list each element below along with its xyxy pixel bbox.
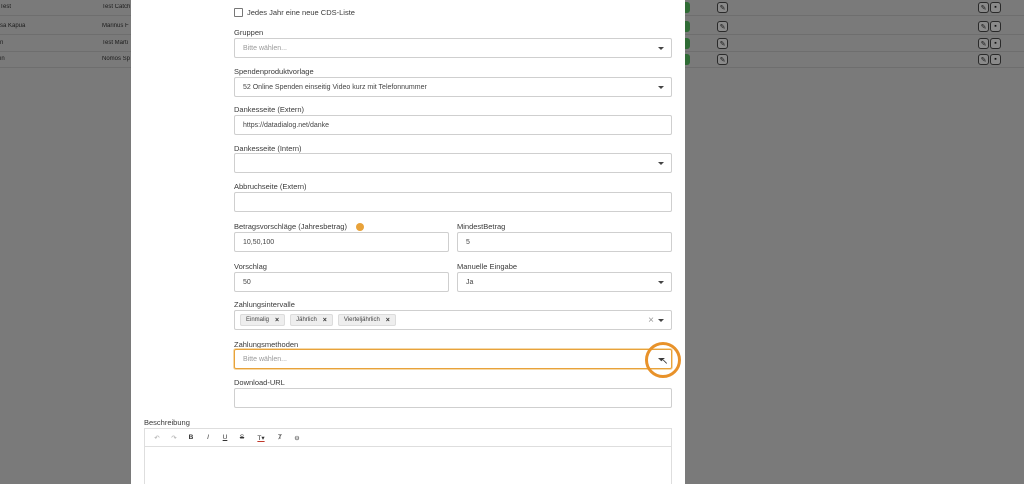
delete-icon[interactable]: ▪ [990, 2, 1001, 13]
thanks-external-value: https://datadialog.net/danke [243, 121, 330, 129]
chevron-down-icon [658, 47, 664, 50]
delete-icon[interactable]: ▪ [990, 21, 1001, 32]
table-cell: Test [0, 4, 12, 10]
chevron-down-icon [658, 86, 664, 89]
chip-einmalig: Einmalig × [240, 314, 286, 326]
amount-suggestions-input[interactable]: 10,50,100 [234, 232, 449, 252]
table-cell: Test Catch [102, 4, 131, 10]
mouse-pointer-icon: ↖ [660, 356, 669, 367]
chevron-down-icon [658, 162, 664, 165]
payment-methods-placeholder: Bitte wählen... [243, 355, 287, 363]
min-amount-value: 5 [466, 238, 470, 246]
info-icon[interactable] [356, 223, 364, 231]
delete-icon[interactable]: ▪ [990, 54, 1001, 65]
chip-vierteljaehrlich: Vierteljährlich × [337, 314, 396, 326]
amount-suggestions-value: 10,50,100 [243, 238, 275, 246]
manual-input-value: Ja [466, 278, 474, 286]
payment-intervals-multiselect[interactable]: Einmalig × Jährlich × Vierteljährlich × × [234, 310, 672, 330]
thanks-external-label: Dankesseite (Extern) [234, 105, 305, 114]
delete-icon[interactable]: ▪ [990, 38, 1001, 49]
remove-chip-icon[interactable]: × [386, 317, 390, 324]
suggestion-label: Vorschlag [234, 262, 267, 271]
description-label: Beschreibung [144, 418, 190, 427]
payment-methods-select[interactable]: Bitte wählen... [234, 349, 672, 369]
remove-chip-icon[interactable]: × [275, 317, 279, 324]
edit-icon[interactable]: ✎ [978, 38, 989, 49]
yearly-cds-label: Jedes Jahr eine neue CDS-Liste [247, 8, 355, 17]
cancel-page-input[interactable] [234, 192, 672, 212]
edit-icon[interactable]: ✎ [978, 21, 989, 32]
manual-input-select[interactable]: Ja [457, 272, 672, 292]
description-editor[interactable] [144, 446, 672, 484]
yearly-cds-checkbox[interactable] [234, 8, 243, 17]
suggestion-value: 50 [243, 278, 251, 286]
thanks-internal-select[interactable] [234, 153, 672, 173]
suggestion-input[interactable]: 50 [234, 272, 449, 292]
table-cell: in [0, 56, 5, 62]
payment-methods-label: Zahlungsmethoden [234, 340, 299, 349]
chip-label: Einmalig [246, 317, 270, 323]
clear-format-icon[interactable]: Ⱦ [274, 432, 286, 444]
chevron-down-icon [658, 281, 664, 284]
min-amount-input[interactable]: 5 [457, 232, 672, 252]
table-cell: Nomos Sp [102, 56, 131, 62]
strikethrough-icon[interactable]: S [236, 432, 248, 444]
chip-label: Jährlich [296, 317, 317, 323]
edit-icon[interactable]: ✎ [717, 38, 728, 49]
thanks-internal-label: Dankesseite (Intern) [234, 144, 302, 153]
edit-icon[interactable]: ✎ [717, 2, 728, 13]
table-cell: sa Kapua [0, 23, 26, 29]
bold-icon[interactable]: B [185, 432, 197, 444]
thanks-external-input[interactable]: https://datadialog.net/danke [234, 115, 672, 135]
product-template-select[interactable]: 52 Online Spenden einseitig Video kurz m… [234, 77, 672, 97]
link-icon[interactable]: ⊖ [291, 432, 303, 444]
download-url-input[interactable] [234, 388, 672, 408]
download-url-label: Download-URL [234, 378, 285, 387]
underline-icon[interactable]: U [219, 432, 231, 444]
groups-placeholder: Bitte wählen... [243, 44, 287, 52]
min-amount-label: MindestBetrag [457, 222, 506, 231]
cancel-page-label: Abbruchseite (Extern) [234, 182, 307, 191]
italic-icon[interactable]: I [202, 432, 214, 444]
text-color-icon[interactable]: T▾ [253, 432, 269, 444]
clear-all-icon[interactable]: × [648, 315, 654, 326]
table-cell: Marinus F [102, 23, 129, 29]
table-cell: Test Marti [102, 40, 129, 46]
edit-icon[interactable]: ✎ [717, 54, 728, 65]
amount-suggestions-label: Betragsvorschläge (Jahresbetrag) [234, 222, 347, 231]
edit-icon[interactable]: ✎ [717, 21, 728, 32]
edit-icon[interactable]: ✎ [978, 2, 989, 13]
payment-intervals-label: Zahlungsintervalle [234, 300, 295, 309]
table-cell: n [0, 40, 4, 46]
chip-jaehrlich: Jährlich × [290, 314, 333, 326]
product-template-value: 52 Online Spenden einseitig Video kurz m… [243, 83, 427, 91]
editor-toolbar: ↶ ↷ B I U S T▾ Ⱦ ⊖ [144, 428, 672, 446]
edit-icon[interactable]: ✎ [978, 54, 989, 65]
groups-label: Gruppen [234, 28, 264, 37]
remove-chip-icon[interactable]: × [323, 317, 327, 324]
manual-input-label: Manuelle Eingabe [457, 262, 518, 271]
product-template-label: Spendenproduktvorlage [234, 67, 314, 76]
undo-icon[interactable]: ↶ [151, 432, 163, 444]
chip-label: Vierteljährlich [343, 317, 380, 323]
chevron-down-icon [658, 319, 664, 322]
groups-select[interactable]: Bitte wählen... [234, 38, 672, 58]
redo-icon[interactable]: ↷ [168, 432, 180, 444]
